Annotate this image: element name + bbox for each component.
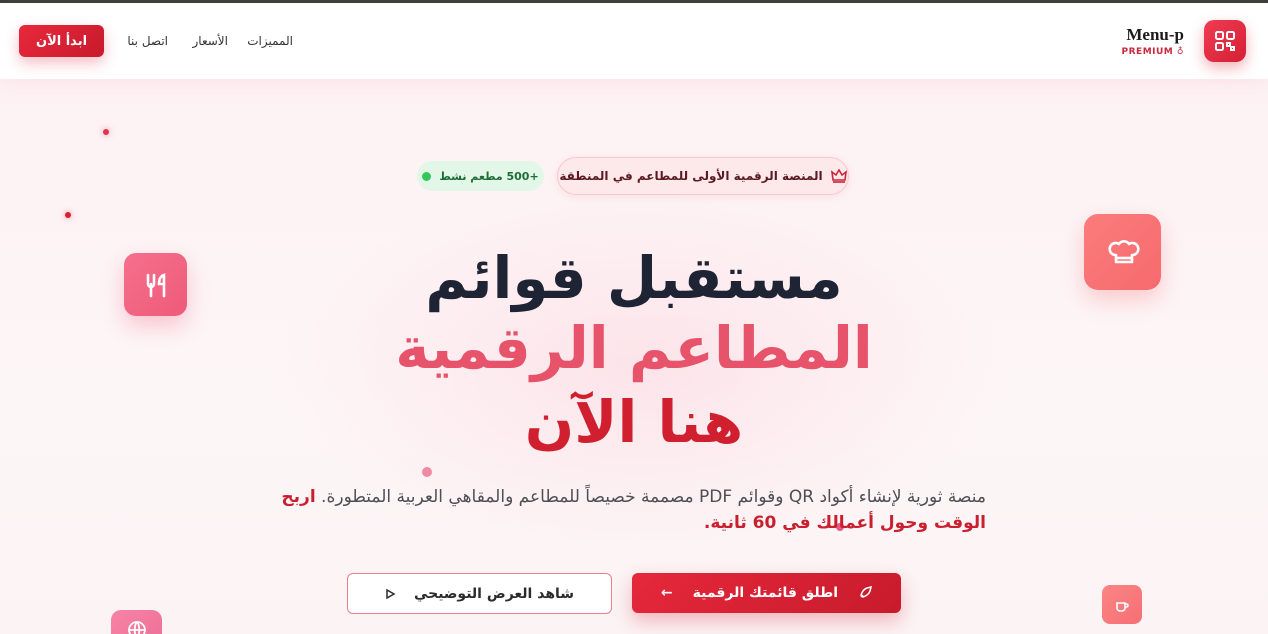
decor-dot bbox=[65, 212, 71, 218]
play-icon bbox=[386, 588, 396, 599]
nav-features[interactable]: المميزات bbox=[247, 34, 293, 48]
hero-heading-line3: هنا الآن bbox=[524, 388, 744, 456]
globe-icon bbox=[127, 621, 146, 634]
start-now-button[interactable]: ابدأ الآن bbox=[19, 25, 104, 57]
site-header: Menu-p PREMIUM ♁ المميزات الأسعار اتصل ب… bbox=[0, 3, 1268, 79]
rocket-icon bbox=[860, 586, 873, 598]
decor-dot bbox=[103, 129, 109, 135]
active-count-text: +500 مطعم نشط bbox=[439, 169, 539, 183]
globe-tile bbox=[111, 610, 162, 634]
launch-menu-button[interactable]: اطلق قائمتك الرقمية ← bbox=[632, 573, 901, 613]
brand-name: Menu-p bbox=[1126, 25, 1184, 44]
hero-heading-line2: المطاعم الرقمية bbox=[395, 314, 873, 382]
coffee-icon bbox=[1116, 601, 1129, 612]
platform-badge-text: المنصة الرقمية الأولى للمطاعم في المنطقة bbox=[559, 169, 823, 183]
sparkle-icon: ♁ bbox=[1176, 47, 1184, 57]
logo[interactable] bbox=[1204, 20, 1246, 62]
qr-code-icon bbox=[1215, 31, 1235, 51]
arrow-left-icon: ← bbox=[660, 585, 673, 601]
brand-sub-label: PREMIUM bbox=[1121, 47, 1174, 57]
platform-badge: المنصة الرقمية الأولى للمطاعم في المنطقة bbox=[557, 157, 849, 195]
hero-description-text: منصة ثورية لإنشاء أكواد QR وقوائم PDF مص… bbox=[321, 487, 986, 507]
brand-subtitle: PREMIUM ♁ bbox=[1122, 47, 1184, 57]
hero-description: منصة ثورية لإنشاء أكواد QR وقوائم PDF مص… bbox=[278, 484, 986, 536]
coffee-tile bbox=[1102, 585, 1142, 624]
hero-section: المنصة الرقمية الأولى للمطاعم في المنطقة… bbox=[0, 79, 1268, 634]
launch-menu-label: اطلق قائمتك الرقمية bbox=[692, 585, 839, 601]
watch-demo-label: شاهد العرض التوضيحي bbox=[413, 585, 575, 602]
nav-prices[interactable]: الأسعار bbox=[193, 34, 228, 48]
crown-icon bbox=[830, 169, 847, 183]
decor-dot bbox=[422, 467, 432, 477]
nav-contact[interactable]: اتصل بنا bbox=[127, 34, 168, 48]
active-restaurants-badge: +500 مطعم نشط bbox=[417, 161, 544, 191]
live-status-dot bbox=[422, 171, 432, 181]
hero-heading-line1: مستقبل قوائم bbox=[425, 244, 843, 312]
watch-demo-button[interactable]: شاهد العرض التوضيحي bbox=[347, 573, 612, 614]
